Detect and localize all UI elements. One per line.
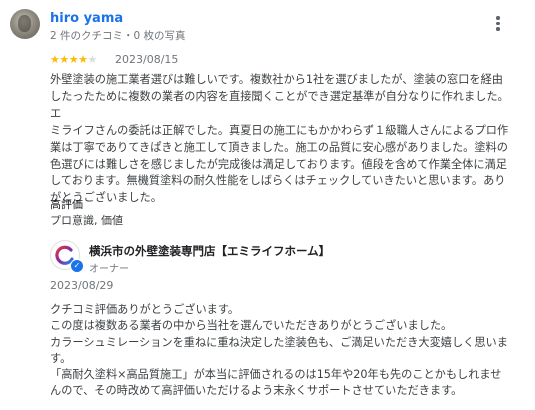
reply-text-line: 「高耐久塗料×高品質施工」が本当に評価されるのは15年や20年も先のことかもしれ… [50, 368, 502, 382]
reply-text-line: んので、その時改めて高評価いただけるよう末永くサポートさせていただきます。 [50, 384, 463, 398]
review-text-line: ミライフさんの委託は正解でした。真夏日の施工にもかかわらず１級職人さんによるプロ… [50, 123, 509, 137]
review-text-line: がとうございました。 [50, 191, 162, 205]
review-text-line: 色選びには難しさを感じましたが完成後は満足しております。値段を含めて作業全体に満… [50, 157, 507, 171]
star-empty-icon: ★ [87, 53, 98, 66]
star-filled-icon: ★ [59, 53, 69, 66]
owner-name[interactable]: 横浜市の外壁塗装専門店【エミライフホーム】 [89, 243, 330, 259]
review-text-line: したったために複数の業者の内容を直接聞くことができ選定基準が自分なりに作れました… [50, 89, 509, 120]
review-text-line: 業は丁寧でありてきぱきと施工して頂きました。施工の品質に安心感がありました。塗料… [50, 140, 508, 154]
reviewer-name[interactable]: hiro yama [50, 11, 123, 26]
owner-role: オーナー [89, 264, 129, 275]
reply-text-line: す。 [50, 351, 72, 365]
verified-check-icon: ✓ [70, 259, 84, 273]
star-filled-icon: ★ [50, 53, 60, 66]
review-date: 2023/08/15 [115, 53, 179, 66]
more-options-button[interactable] [490, 14, 506, 36]
reply-date: 2023/08/29 [50, 279, 114, 292]
review-text-line: しております。無機質塗料の耐久性能をしばらくはチェックしていきたいと思います。あ… [50, 174, 506, 188]
review-tag-value: プロ意識, 価値 [50, 214, 123, 227]
star-filled-icon: ★ [68, 53, 79, 66]
reply-text-line: カラーシュミレーションを重ねに重ね決定した塗装色も、ご満足いただき大変嬉しく思い… [50, 335, 508, 349]
star-filled-icon: ★ [78, 53, 88, 66]
star-rating: ★★★★★ [50, 53, 97, 66]
reply-text-line: この度は複数ある業者の中から当社を選んでいただきありがとうございました。 [50, 319, 453, 333]
review-tag-label: 高評価 [50, 198, 83, 211]
more-vert-icon [496, 16, 500, 20]
reply-text-line: クチコミ評価ありがとうございます。 [50, 303, 240, 316]
review-text-line: 外壁塗装の施工業者選びは難しいです。複数社から1社を選びましたが、塗装の窓口を経… [50, 73, 503, 86]
reviewer-avatar[interactable] [10, 9, 40, 39]
reviewer-meta: 2 件のクチコミ・0 枚の写真 [50, 30, 186, 42]
review-text: 外壁塗装の施工業者選びは難しいです。複数社から1社を選びましたが、塗装の窓口を経… [50, 72, 518, 207]
reply-text: クチコミ評価ありがとうございます。 この度は複数ある業者の中から当社を選んでいた… [50, 302, 522, 400]
